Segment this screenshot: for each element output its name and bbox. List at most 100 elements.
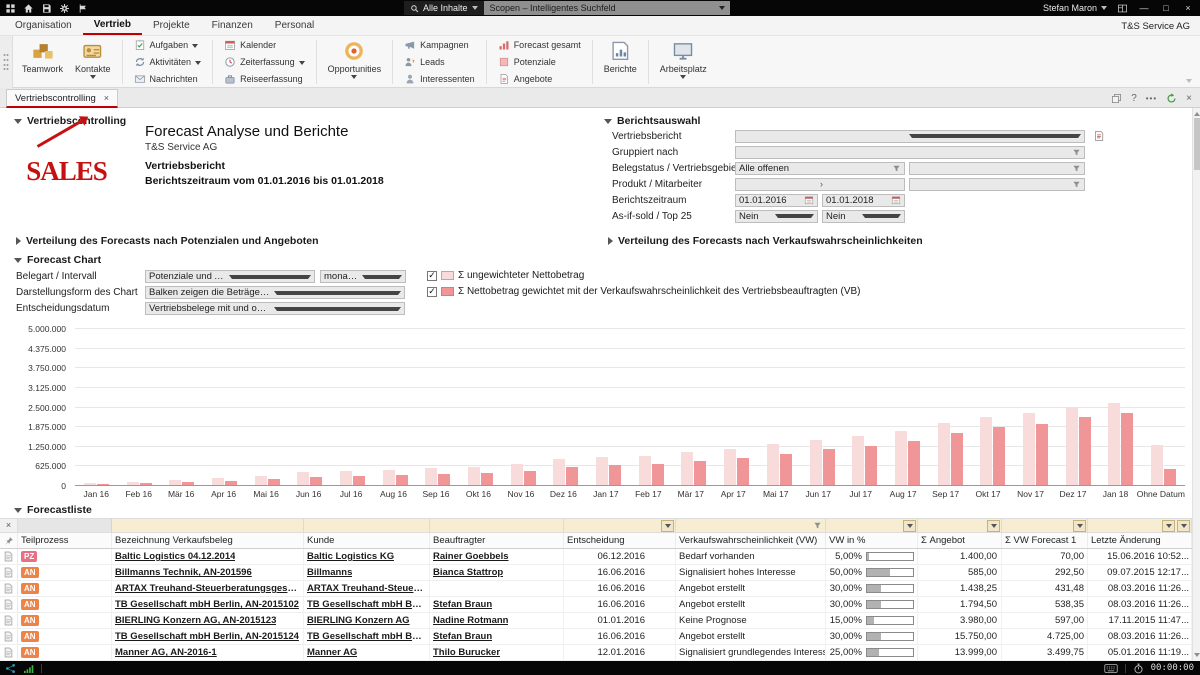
verkaufsbeleg-link[interactable]: Baltic Logistics 04.12.2014 xyxy=(115,551,235,562)
calendar-icon[interactable] xyxy=(891,195,901,205)
table-row[interactable]: ANTB Gesellschaft mbH Berlin, AN-2015124… xyxy=(0,629,1192,645)
verkaufsbeleg-link[interactable]: ARTAX Treuhand-Steuerberatungsgesellscha… xyxy=(115,583,300,594)
gruppiert-nach-field[interactable] xyxy=(735,146,1085,159)
ribbon-button-reiseerfassung[interactable]: Reiseerfassung xyxy=(220,71,309,86)
new-window-icon[interactable] xyxy=(1111,93,1122,104)
ribbon-button-leads[interactable]: Leads xyxy=(400,55,479,70)
produkt-field[interactable]: › xyxy=(735,178,905,191)
tab-vertriebscontrolling[interactable]: Vertriebscontrolling × xyxy=(6,89,118,108)
menu-tab-vertrieb[interactable]: Vertrieb xyxy=(83,16,142,35)
belegart-dropdown[interactable]: Potenziale und Angebote xyxy=(145,270,315,283)
ribbon-button-aktivitäten[interactable]: Aktivitäten xyxy=(130,55,206,70)
flag-icon[interactable] xyxy=(77,3,88,14)
filter-cell-beauftragter[interactable] xyxy=(430,519,564,532)
share-network-icon[interactable] xyxy=(5,663,16,674)
filter-cell-angebot[interactable] xyxy=(918,519,1002,532)
filter-funnel-icon[interactable] xyxy=(1072,180,1081,189)
ribbon-collapse-button[interactable] xyxy=(1186,79,1192,83)
verkaufsbeleg-link[interactable]: TB Gesellschaft mbH Berlin, AN-2015102 xyxy=(115,599,299,610)
menu-tab-organisation[interactable]: Organisation xyxy=(4,16,83,35)
column-header-teilprozess[interactable]: Teilprozess xyxy=(18,533,112,548)
beauftragter-link[interactable]: Rainer Goebbels xyxy=(433,551,509,562)
column-header-entscheidung[interactable]: Entscheidung xyxy=(564,533,676,548)
filter-dropdown-button[interactable] xyxy=(1073,520,1086,532)
more-options-icon[interactable]: ••• xyxy=(1146,94,1157,103)
maximize-button[interactable]: □ xyxy=(1160,2,1172,14)
filter-dropdown-button[interactable] xyxy=(1162,520,1175,532)
ribbon-button-forecast-gesamt[interactable]: Forecast gesamt xyxy=(494,38,585,53)
section-verteilung-potenziale[interactable]: Verteilung des Forecasts nach Potenziale… xyxy=(16,235,319,247)
filter-funnel-icon[interactable] xyxy=(1072,148,1081,157)
checkbox-gewichtet[interactable]: ✓ xyxy=(427,287,437,297)
menu-tab-projekte[interactable]: Projekte xyxy=(142,16,201,35)
top25-dropdown[interactable]: Nein xyxy=(822,210,905,223)
column-header-verkaufswahrscheinlichkeit-vw[interactable]: Verkaufswahrscheinlichkeit (VW) xyxy=(676,533,826,548)
section-forecast-chart[interactable]: Forecast Chart xyxy=(14,254,101,266)
kunde-link[interactable]: BIERLING Konzern AG xyxy=(307,615,410,626)
ribbon-button-arbeitsplatz[interactable]: Arbeitsplatz xyxy=(654,36,713,88)
mitarbeiter-field[interactable] xyxy=(909,178,1085,191)
ribbon-button-interessenten[interactable]: Interessenten xyxy=(400,71,479,86)
kunde-link[interactable]: ARTAX Treuhand-Steuerberatu... xyxy=(307,583,426,594)
home-icon[interactable] xyxy=(23,3,34,14)
filter-clear-cell[interactable]: × xyxy=(0,519,18,532)
filter-dropdown-button[interactable] xyxy=(1177,520,1190,532)
kunde-link[interactable]: Billmanns xyxy=(307,567,352,578)
filter-dropdown-button[interactable] xyxy=(903,520,916,532)
ribbon-button-potenziale[interactable]: Potenziale xyxy=(494,55,585,70)
filter-cell-bezeichnung-verkaufsbeleg[interactable] xyxy=(112,519,304,532)
help-icon[interactable]: ? xyxy=(1131,93,1137,104)
filter-dropdown-button[interactable] xyxy=(987,520,1000,532)
table-row[interactable]: ANBillmanns Technik, AN-201596BillmannsB… xyxy=(0,565,1192,581)
close-view-icon[interactable]: × xyxy=(1186,93,1192,104)
verkaufsbeleg-link[interactable]: TB Gesellschaft mbH Berlin, AN-2015124 xyxy=(115,631,299,642)
verkaufsbeleg-link[interactable]: Manner AG, AN-2016-1 xyxy=(115,647,217,658)
ribbon-button-angebote[interactable]: Angebote xyxy=(494,71,585,86)
settings-gear-icon[interactable] xyxy=(59,3,70,14)
table-row[interactable]: PZBaltic Logistics 04.12.2014Baltic Logi… xyxy=(0,549,1192,565)
asifsold-dropdown[interactable]: Nein xyxy=(735,210,818,223)
ribbon-button-berichte[interactable]: Berichte xyxy=(598,36,643,88)
menu-tab-personal[interactable]: Personal xyxy=(264,16,325,35)
filter-funnel-button[interactable] xyxy=(811,520,824,532)
column-header-vw-in[interactable]: VW in % xyxy=(826,533,918,548)
filter-cell-verkaufswahrscheinlichkeit-vw[interactable] xyxy=(676,519,826,532)
tab-close-icon[interactable]: × xyxy=(104,93,109,103)
darstellung-dropdown[interactable]: Balken zeigen die Beträge im Zeitverlauf… xyxy=(145,286,405,299)
belegstatus-field[interactable]: Alle offenen xyxy=(735,162,905,175)
ribbon-button-kontakte[interactable]: Kontakte xyxy=(69,36,117,88)
beauftragter-link[interactable]: Nadine Rotmann xyxy=(433,615,508,626)
ribbon-handle[interactable] xyxy=(0,36,13,88)
intervall-dropdown[interactable]: monatlich xyxy=(320,270,406,283)
beauftragter-link[interactable]: Bianca Stattrop xyxy=(433,567,503,578)
layout-panels-icon[interactable] xyxy=(1117,3,1128,14)
table-row[interactable]: ANManner AG, AN-2016-1Manner AGThilo Bur… xyxy=(0,645,1192,661)
scrollbar-thumb[interactable] xyxy=(1194,118,1200,170)
date-from-field[interactable]: 01.01.2016 xyxy=(735,194,818,207)
kunde-link[interactable]: Manner AG xyxy=(307,647,357,658)
app-menu-icon[interactable] xyxy=(5,3,16,14)
date-to-field[interactable]: 01.01.2018 xyxy=(822,194,905,207)
keyboard-icon[interactable] xyxy=(1104,663,1118,674)
ribbon-button-kalender[interactable]: Kalender xyxy=(220,38,309,53)
ribbon-button-opportunities[interactable]: Opportunities xyxy=(322,36,388,88)
save-icon[interactable] xyxy=(41,3,52,14)
section-forecastliste[interactable]: Forecastliste xyxy=(14,504,92,516)
table-row[interactable]: ANARTAX Treuhand-Steuerberatungsgesellsc… xyxy=(0,581,1192,597)
calendar-icon[interactable] xyxy=(804,195,814,205)
report-picker-icon[interactable] xyxy=(1093,130,1105,142)
column-header-vw-forecast-1[interactable]: Σ VW Forecast 1 xyxy=(1002,533,1088,548)
scroll-down-arrow[interactable] xyxy=(1194,653,1200,659)
table-row[interactable]: ANTB Gesellschaft mbH Berlin, AN-2015102… xyxy=(0,597,1192,613)
vertriebsbericht-dropdown[interactable] xyxy=(735,130,1085,143)
filter-cell-kunde[interactable] xyxy=(304,519,430,532)
verkaufsbeleg-link[interactable]: BIERLING Konzern AG, AN-2015123 xyxy=(115,615,276,626)
clear-filter-icon[interactable]: × xyxy=(6,521,11,530)
search-scope-dropdown[interactable]: Alle Inhalte xyxy=(404,1,484,15)
entscheidungsdatum-dropdown[interactable]: Vertriebsbelege mit und ohne Entscheidun… xyxy=(145,302,405,315)
beauftragter-link[interactable]: Stefan Braun xyxy=(433,599,492,610)
verkaufsbeleg-link[interactable]: Billmanns Technik, AN-201596 xyxy=(115,567,252,578)
filter-cell-vw-in[interactable] xyxy=(826,519,918,532)
ribbon-button-aufgaben[interactable]: Aufgaben xyxy=(130,38,206,53)
ribbon-button-kampagnen[interactable]: Kampagnen xyxy=(400,38,479,53)
